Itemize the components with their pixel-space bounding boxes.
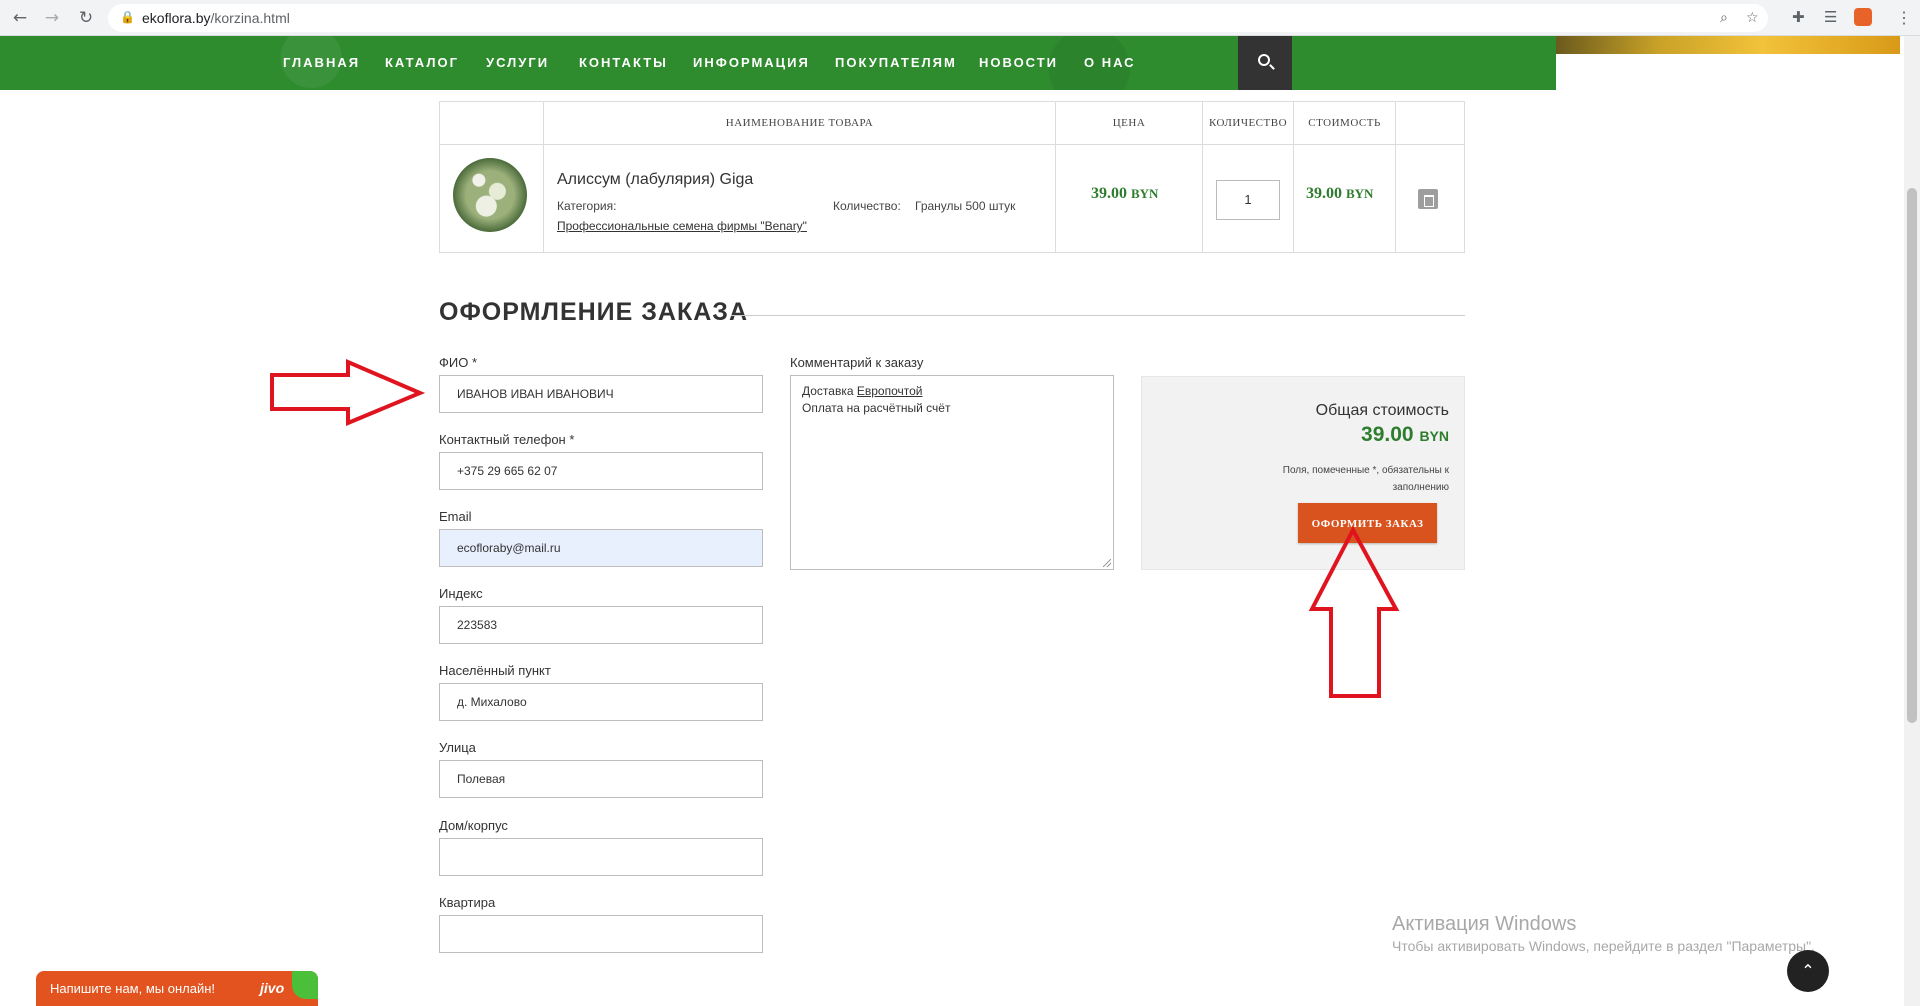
- total-label: Общая стоимость: [1315, 402, 1449, 419]
- flat-label: Квартира: [439, 895, 496, 910]
- flat-field[interactable]: [439, 915, 763, 953]
- required-note: Поля, помеченные *, обязательны к заполн…: [1282, 465, 1449, 493]
- lock-icon: 🔒: [120, 10, 135, 24]
- place-order-button[interactable]: ОФОРМИТЬ ЗАКАЗ: [1298, 503, 1437, 543]
- browser-toolbar: ← → ↻ 🔒 ekoflora.by/korzina.html ⌕ ☆ ✚ ☰…: [0, 0, 1920, 36]
- nav-item-about[interactable]: О НАС: [1084, 55, 1136, 70]
- phone-label: Контактный телефон *: [439, 432, 575, 447]
- index-field[interactable]: 223583: [439, 606, 763, 644]
- divider: [1395, 102, 1396, 252]
- phone-field[interactable]: +375 29 665 62 07: [439, 452, 763, 490]
- column-header-cost: СТОИМОСТЬ: [1308, 117, 1381, 129]
- address-bar[interactable]: 🔒 ekoflora.by/korzina.html ⌕ ☆: [108, 4, 1768, 32]
- chat-status-icon: [292, 971, 318, 999]
- comment-textarea[interactable]: Доставка Европочтой Оплата на расчётный …: [790, 375, 1114, 570]
- order-summary: Общая стоимость 39.00 BYN Поля, помеченн…: [1141, 376, 1465, 570]
- product-variant-value: Гранулы 500 штук: [915, 199, 1016, 213]
- comment-label: Комментарий к заказу: [790, 355, 924, 370]
- fio-field[interactable]: ИВАНОВ ИВАН ИВАНОВИЧ: [439, 375, 763, 413]
- windows-activation-subtitle: Чтобы активировать Windows, перейдите в …: [1392, 938, 1815, 954]
- product-category-label: Категория:: [557, 199, 617, 213]
- scrollbar-thumb[interactable]: [1907, 188, 1917, 723]
- comment-line-2: Оплата на расчётный счёт: [802, 401, 951, 415]
- column-header-name: НАИМЕНОВАНИЕ ТОВАРА: [725, 117, 874, 129]
- product-image[interactable]: [453, 158, 527, 232]
- trash-icon[interactable]: [1418, 189, 1438, 209]
- quantity-input[interactable]: 1: [1216, 180, 1280, 220]
- column-header-quantity: КОЛИЧЕСТВО: [1208, 117, 1288, 129]
- extensions-icon[interactable]: ✚: [1792, 8, 1805, 26]
- zoom-icon[interactable]: ⌕: [1720, 10, 1728, 26]
- comment-line-1: Доставка Европочтой: [802, 384, 923, 398]
- arrow-right-icon: [270, 358, 426, 426]
- search-icon: [1258, 54, 1270, 66]
- nav-item-services[interactable]: УСЛУГИ: [486, 55, 549, 70]
- divider: [440, 144, 1464, 145]
- street-label: Улица: [439, 740, 476, 755]
- resize-handle[interactable]: [1103, 559, 1111, 567]
- reading-list-icon[interactable]: ☰: [1824, 8, 1837, 26]
- star-icon[interactable]: ☆: [1746, 10, 1759, 26]
- city-field[interactable]: д. Михалово: [439, 683, 763, 721]
- house-label: Дом/корпус: [439, 818, 508, 833]
- chat-widget[interactable]: Напишите нам, мы онлайн! jivo: [36, 971, 318, 1006]
- cart-table: НАИМЕНОВАНИЕ ТОВАРА ЦЕНА КОЛИЧЕСТВО СТОИ…: [439, 101, 1465, 253]
- house-field[interactable]: [439, 838, 763, 876]
- city-label: Населённый пункт: [439, 663, 551, 678]
- email-field[interactable]: ecofloraby@mail.ru: [439, 529, 763, 567]
- item-price: 39.00 BYN: [1091, 185, 1159, 202]
- nav-item-catalog[interactable]: КАТАЛОГ: [385, 55, 459, 70]
- extension-fox-icon[interactable]: [1854, 8, 1872, 26]
- nav-item-customers[interactable]: ПОКУПАТЕЛЯМ: [835, 55, 957, 70]
- forward-arrow-icon[interactable]: →: [42, 8, 62, 28]
- main-navigation: ГЛАВНАЯ КАТАЛОГ УСЛУГИ КОНТАКТЫ ИНФОРМАЦ…: [0, 36, 1556, 90]
- product-name[interactable]: Алиссум (лабулярия) Giga: [557, 171, 753, 189]
- header-banner: [1556, 36, 1900, 54]
- product-category-link[interactable]: Профессиональные семена фирмы "Benary": [557, 219, 807, 233]
- page-title: ОФОРМЛЕНИЕ ЗАКАЗА: [439, 298, 749, 326]
- index-label: Индекс: [439, 586, 483, 601]
- search-button[interactable]: [1238, 36, 1292, 90]
- email-label: Email: [439, 509, 472, 524]
- nav-item-news[interactable]: НОВОСТИ: [979, 55, 1058, 70]
- windows-activation-title: Активация Windows: [1392, 913, 1577, 935]
- divider: [731, 315, 1465, 316]
- scroll-top-icon[interactable]: ⌃: [1787, 950, 1829, 992]
- nav-item-information[interactable]: ИНФОРМАЦИЯ: [693, 55, 810, 70]
- total-value: 39.00 BYN: [1361, 423, 1449, 446]
- nav-item-home[interactable]: ГЛАВНАЯ: [283, 55, 360, 70]
- url-text: ekoflora.by/korzina.html: [142, 10, 290, 26]
- back-arrow-icon[interactable]: ←: [10, 8, 30, 28]
- product-variant-label: Количество:: [833, 199, 901, 213]
- scrollbar[interactable]: [1904, 36, 1920, 1006]
- reload-icon[interactable]: ↻: [76, 8, 96, 28]
- item-cost: 39.00 BYN: [1306, 185, 1374, 202]
- nav-item-contacts[interactable]: КОНТАКТЫ: [579, 55, 668, 70]
- browser-menu-icon[interactable]: ⋮: [1896, 8, 1912, 28]
- fio-label: ФИО *: [439, 355, 478, 370]
- column-header-price: ЦЕНА: [1112, 117, 1146, 129]
- chat-logo: jivo: [260, 980, 285, 996]
- chat-text: Напишите нам, мы онлайн!: [50, 981, 216, 996]
- street-field[interactable]: Полевая: [439, 760, 763, 798]
